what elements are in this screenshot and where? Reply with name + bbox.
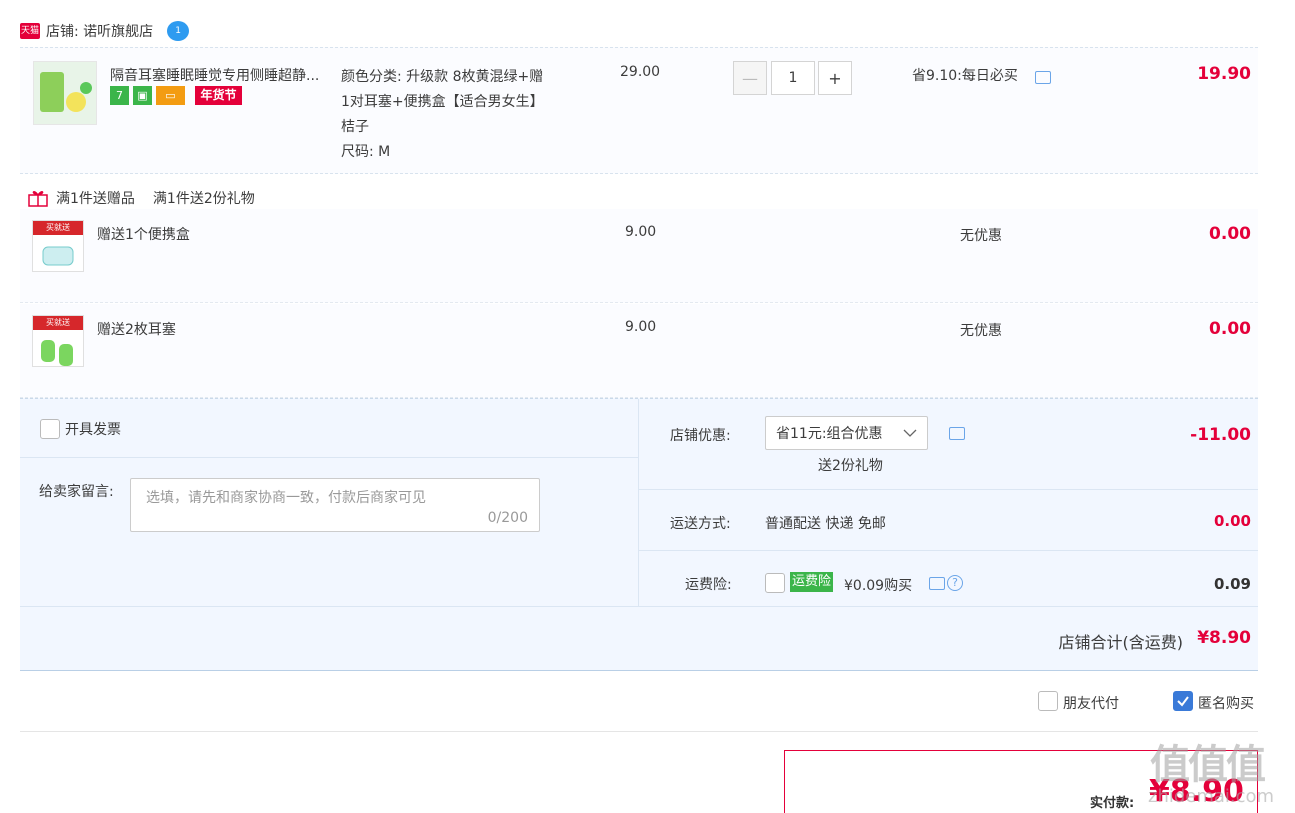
- divider: [20, 457, 638, 458]
- divider: [20, 606, 1258, 607]
- discount-chat-icon[interactable]: [949, 427, 965, 440]
- divider: [639, 550, 1258, 551]
- gift-header-label: 满1件送赠品: [56, 191, 135, 207]
- invoice-label: 开具发票: [65, 422, 121, 438]
- unit-price: 29.00: [620, 64, 661, 80]
- seven-day-return-tag: 7: [110, 86, 129, 105]
- earplug-image-icon: [41, 340, 73, 366]
- gift-promo: 无优惠: [960, 228, 1002, 244]
- insurance-amount: 0.09: [1213, 575, 1251, 593]
- divider: [638, 399, 639, 606]
- sku-color: 颜色分类: 升级款 8枚黄混绿+赠: [341, 69, 544, 85]
- shipping-amount: 0.00: [1213, 512, 1251, 530]
- gift-price: 9.00: [625, 319, 657, 335]
- quantity-decrease-button[interactable]: —: [733, 61, 767, 95]
- shop-discount-value: 省11元:组合优惠: [776, 426, 883, 442]
- gift-icon: [28, 191, 48, 207]
- quantity-input[interactable]: 1: [771, 61, 815, 95]
- gift-subtotal: 0.00: [1209, 319, 1251, 339]
- shop-header: 天猫 店铺: 诺听旗舰店 1: [20, 18, 190, 44]
- seller-message-input[interactable]: 选填，请先和商家协商一致，付款后商家可见 0/200: [130, 478, 540, 532]
- product-title[interactable]: 隔音耳塞睡眠睡觉专用侧睡超静...: [110, 65, 319, 85]
- gift-header: 满1件送赠品 满1件送2份礼物: [28, 188, 255, 208]
- gift-row: 买就送 赠送1个便携盒 9.00 无优惠 0.00: [20, 209, 1258, 303]
- gift-band: 买就送: [33, 316, 83, 330]
- divider: [639, 489, 1258, 490]
- anonymous-label: 匿名购买: [1198, 696, 1254, 712]
- sku-info: 颜色分类: 升级款 8枚黄混绿+赠 1对耳塞+便携盒【适合男女生】 桔子 尺码:…: [341, 65, 544, 165]
- item-subtotal: 19.90: [1197, 64, 1251, 84]
- divider: [20, 731, 1258, 732]
- sku-color-cont: 1对耳塞+便携盒【适合男女生】: [341, 94, 544, 110]
- message-placeholder: 选填，请先和商家协商一致，付款后商家可见: [146, 490, 426, 506]
- shop-discount-select[interactable]: 省11元:组合优惠: [765, 416, 928, 450]
- watermark-logo: 值值值: [1150, 742, 1266, 788]
- insurance-tag: 运费险: [790, 572, 834, 592]
- gift-name: 赠送2枚耳塞: [97, 322, 176, 338]
- gift-promo: 无优惠: [960, 323, 1002, 339]
- insurance-chat-icon[interactable]: [929, 577, 945, 590]
- gift-thumbnail: 买就送: [32, 315, 84, 367]
- message-count: 0/200: [487, 510, 528, 526]
- insurance-checkbox[interactable]: [765, 573, 785, 593]
- earplug-image-icon: [34, 62, 96, 124]
- shop-total-value: ¥8.90: [1197, 628, 1251, 648]
- gift-name: 赠送1个便携盒: [97, 227, 190, 243]
- friend-pay-checkbox[interactable]: [1038, 691, 1058, 711]
- insurance-label: 运费险:: [685, 577, 732, 593]
- shop-discount-label: 店铺优惠:: [670, 428, 731, 444]
- check-icon: [1177, 696, 1189, 707]
- gift-header-desc: 满1件送2份礼物: [152, 191, 255, 207]
- tmall-icon: 天猫: [20, 23, 40, 39]
- insurance-price: ¥0.09购买: [844, 578, 913, 594]
- quantity-increase-button[interactable]: +: [818, 61, 852, 95]
- credit-card-tag-icon: ▭: [156, 86, 185, 105]
- discount-chat-icon[interactable]: [1035, 71, 1051, 84]
- shop-discount-note: 送2份礼物: [818, 458, 883, 474]
- product-thumbnail[interactable]: [33, 61, 97, 125]
- anonymous-checkbox[interactable]: [1173, 691, 1193, 711]
- invoice-checkbox[interactable]: [40, 419, 60, 439]
- product-tags: 7 ▣ ▭ 年货节: [110, 86, 242, 105]
- gift-band: 买就送: [33, 221, 83, 235]
- help-icon[interactable]: ?: [947, 575, 963, 591]
- guarantee-tag-icon: ▣: [133, 86, 152, 105]
- shop-discount-amount: -11.00: [1190, 425, 1251, 445]
- gift-subtotal: 0.00: [1209, 224, 1251, 244]
- chevron-down-icon: [903, 429, 917, 437]
- shipping-label: 运送方式:: [670, 516, 731, 532]
- item-discount: 省9.10:每日必买: [912, 68, 1018, 84]
- gift-thumbnail: 买就送: [32, 220, 84, 272]
- friend-pay-label: 朋友代付: [1063, 696, 1119, 712]
- shop-total-label: 店铺合计(含运费): [1058, 633, 1184, 652]
- message-label: 给卖家留言:: [39, 484, 114, 500]
- case-image-icon: [42, 246, 74, 266]
- order-summary: 开具发票 给卖家留言: 选填，请先和商家协商一致，付款后商家可见 0/200 店…: [20, 398, 1258, 671]
- cart-item-row: 隔音耳塞睡眠睡觉专用侧睡超静... 7 ▣ ▭ 年货节 颜色分类: 升级款 8枚…: [20, 47, 1258, 174]
- wangwang-chat-icon[interactable]: 1: [167, 21, 190, 41]
- shop-name[interactable]: 店铺: 诺听旗舰店: [46, 21, 153, 41]
- sku-size: 尺码: M: [341, 144, 391, 160]
- gift-row: 买就送 赠送2枚耳塞 9.00 无优惠 0.00: [20, 304, 1258, 398]
- sku-flavor: 桔子: [341, 119, 369, 135]
- shipping-value: 普通配送 快递 免邮: [765, 516, 886, 532]
- watermark-url: zhidemai.com: [1148, 786, 1275, 807]
- new-year-festival-tag: 年货节: [195, 86, 242, 105]
- gift-price: 9.00: [625, 224, 657, 240]
- payment-label: 实付款:: [1090, 796, 1135, 811]
